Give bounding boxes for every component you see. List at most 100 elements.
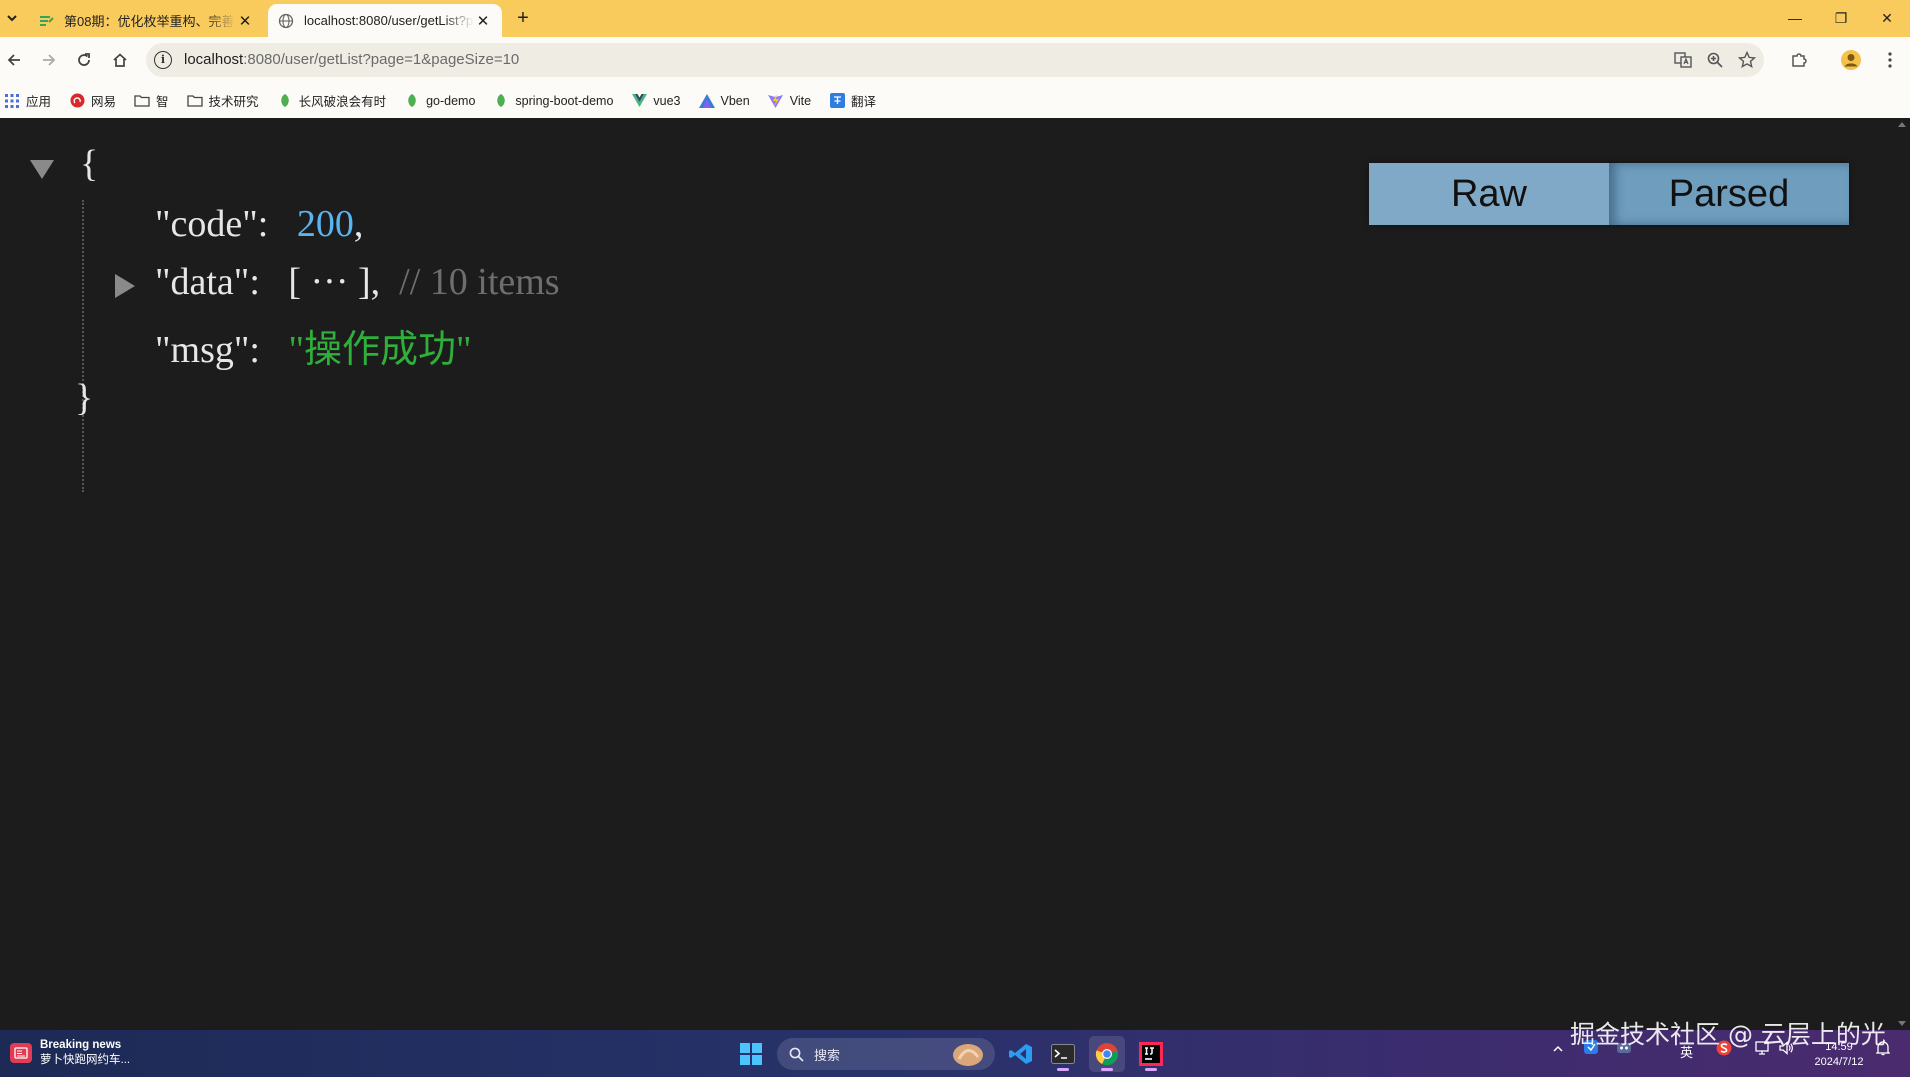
json-collapsed-array[interactable]: [ ··· ] (288, 261, 370, 303)
new-tab-button[interactable]: + (512, 6, 534, 30)
leaf-icon (404, 93, 420, 109)
zoom-button[interactable] (1704, 49, 1726, 71)
taskbar-chrome[interactable] (1089, 1036, 1125, 1072)
taskbar-terminal[interactable] (1045, 1036, 1081, 1072)
browser-toolbar: i localhost:8080/user/getList?page=1&pag… (0, 37, 1910, 83)
translate-page-button[interactable] (1672, 49, 1694, 71)
bookmark-folder-zhi[interactable]: 智 (134, 91, 169, 110)
bookmark-apps[interactable]: 应用 (4, 91, 51, 110)
page-scrollbar[interactable] (1895, 118, 1910, 1030)
tab-close-button[interactable]: ✕ (474, 12, 492, 30)
bookmark-label: go-demo (426, 93, 476, 108)
json-row-data: "data": [ ··· ], // 10 items (155, 260, 560, 304)
json-key-msg: "msg": (155, 329, 260, 371)
bookmark-changfeng[interactable]: 长风破浪会有时 (277, 91, 386, 110)
json-close-brace: } (75, 377, 94, 419)
profile-button[interactable] (1837, 46, 1865, 74)
json-comma: , (370, 261, 381, 303)
zoom-icon (1707, 52, 1723, 68)
taskbar-vscode[interactable] (1003, 1036, 1039, 1072)
browser-menu-button[interactable] (1876, 46, 1904, 74)
json-items-comment: // 10 items (399, 261, 560, 303)
bookmark-folder-tech[interactable]: 技术研究 (186, 91, 259, 110)
running-indicator (1101, 1068, 1113, 1071)
tab-title: 第08期：优化枚举重构、完善 R (64, 14, 236, 29)
terminal-icon (1051, 1044, 1075, 1064)
address-bar[interactable]: i localhost:8080/user/getList?page=1&pag… (146, 43, 1764, 77)
vscode-icon (1009, 1044, 1032, 1064)
taskbar-intellij[interactable] (1133, 1036, 1169, 1072)
home-button[interactable] (106, 46, 134, 74)
chevron-up-icon (1553, 1045, 1563, 1052)
tab-localhost[interactable]: localhost:8080/user/getList?p ✕ (268, 4, 502, 37)
bookmark-label: spring-boot-demo (515, 93, 614, 108)
tab-title: localhost:8080/user/getList?p (304, 13, 474, 28)
document-icon (40, 15, 54, 26)
bookmark-vben[interactable]: Vben (698, 93, 750, 109)
json-row-msg: "msg": "操作成功" (155, 318, 471, 373)
star-icon (1738, 51, 1756, 69)
json-key-data: "data": (155, 261, 260, 303)
running-indicator (1145, 1068, 1157, 1071)
folder-icon (186, 93, 203, 109)
json-value-msg: "操作成功" (288, 329, 472, 371)
tray-overflow-button[interactable] (1552, 1042, 1564, 1057)
vite-icon (768, 93, 784, 109)
translate-icon (829, 93, 845, 109)
collapse-root-toggle[interactable] (30, 160, 54, 179)
expand-data-toggle[interactable] (115, 274, 135, 298)
translate-icon (1674, 52, 1692, 68)
apps-grid-icon (4, 93, 20, 109)
search-icon (789, 1047, 804, 1062)
back-button[interactable] (0, 46, 28, 74)
extensions-button[interactable] (1785, 46, 1813, 74)
intellij-icon (1139, 1042, 1163, 1066)
taskbar-search-box[interactable]: 搜索 (777, 1038, 995, 1070)
bookmark-star-button[interactable] (1736, 49, 1758, 71)
bookmark-netease[interactable]: 网易 (69, 91, 116, 110)
vue-icon (631, 93, 647, 109)
bookmark-label: 应用 (26, 95, 52, 109)
bookmark-vite[interactable]: Vite (768, 93, 811, 109)
vben-icon (698, 93, 715, 109)
forward-button[interactable] (35, 46, 63, 74)
indent-guide (82, 200, 84, 492)
raw-view-button[interactable]: Raw (1369, 163, 1609, 225)
tab-close-button[interactable]: ✕ (236, 12, 254, 30)
clock-date: 2024/7/12 (1814, 1056, 1864, 1068)
bookmark-go-demo[interactable]: go-demo (404, 93, 475, 109)
bookmark-spring-boot-demo[interactable]: spring-boot-demo (493, 93, 613, 109)
json-row-code: "code": 200, (155, 202, 363, 246)
bookmark-vue3[interactable]: vue3 (631, 93, 681, 109)
bookmark-label: 网易 (91, 95, 117, 109)
site-info-icon[interactable]: i (154, 51, 172, 69)
search-placeholder: 搜索 (814, 1047, 841, 1063)
restore-button[interactable]: ❐ (1818, 0, 1864, 36)
chrome-icon (1095, 1043, 1118, 1066)
bookmark-label: Vite (789, 93, 812, 108)
view-mode-toggle: Raw Parsed (1369, 163, 1849, 225)
news-title: Breaking news (40, 1039, 122, 1051)
start-button[interactable] (733, 1036, 769, 1072)
tab-article[interactable]: 第08期：优化枚举重构、完善 R ✕ (28, 4, 264, 37)
reload-button[interactable] (70, 46, 98, 74)
bookmark-label: 技术研究 (208, 95, 259, 109)
tab-search-button[interactable] (2, 7, 22, 29)
news-widget[interactable]: Breaking news 萝卜快跑网约车... (10, 1038, 130, 1068)
close-window-button[interactable]: ✕ (1864, 0, 1910, 36)
scroll-down-arrow[interactable] (1898, 1021, 1906, 1026)
url-text[interactable]: localhost:8080/user/getList?page=1&pageS… (184, 51, 519, 68)
bookmark-translate[interactable]: 翻译 (829, 91, 876, 110)
arrow-right-icon (43, 54, 56, 66)
puzzle-icon (1792, 53, 1807, 67)
bookmarks-bar: 应用 网易 智 技术研究 长风破浪会有时 go-demo spring-boot… (0, 83, 1910, 118)
folder-icon (134, 93, 150, 109)
json-comma: , (353, 203, 364, 245)
parsed-view-button[interactable]: Parsed (1609, 163, 1849, 225)
news-icon (10, 1043, 32, 1063)
watermark-text: 掘金技术社区 @ 云层上的光 (1570, 1020, 1886, 1049)
scroll-up-arrow[interactable] (1898, 122, 1906, 127)
minimize-button[interactable]: — (1772, 0, 1818, 36)
browser-tab-strip: 第08期：优化枚举重构、完善 R ✕ localhost:8080/user/g… (0, 0, 1910, 37)
leaf-icon (277, 93, 293, 109)
